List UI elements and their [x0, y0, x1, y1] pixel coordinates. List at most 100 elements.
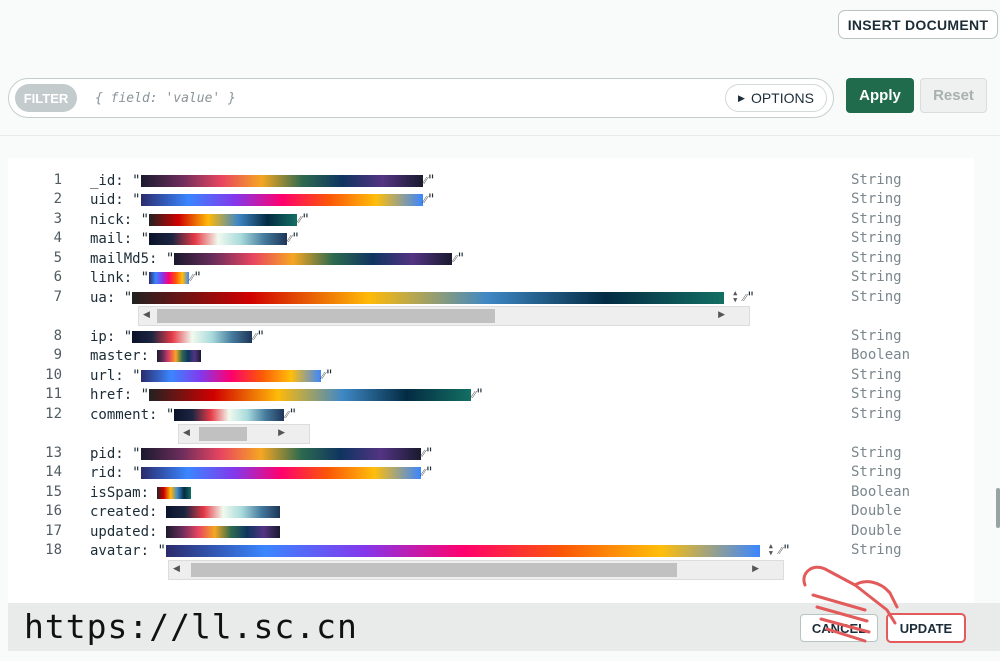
redacted-value[interactable] — [157, 487, 192, 499]
apply-button[interactable]: Apply — [846, 78, 914, 113]
quote-mark: " — [132, 446, 141, 462]
field-type[interactable]: String — [851, 445, 902, 461]
quote-mark: " — [288, 407, 298, 423]
field-key: url: — [90, 368, 124, 384]
quote-mark: " — [324, 368, 334, 384]
redacted-value[interactable] — [149, 214, 298, 226]
scroll-left-icon[interactable]: ◀ — [143, 309, 150, 320]
redacted-value[interactable] — [157, 350, 202, 362]
field-row[interactable]: mail: " ⁄⁄ " — [90, 231, 300, 247]
scrollbar-thumb[interactable] — [191, 563, 677, 577]
redacted-value[interactable] — [140, 467, 421, 479]
field-type[interactable]: String — [851, 328, 902, 344]
redacted-value[interactable] — [140, 194, 423, 206]
field-type[interactable]: Boolean — [851, 347, 910, 363]
redacted-value[interactable] — [149, 272, 190, 284]
field-row[interactable]: url: " ⁄⁄ " — [90, 368, 333, 384]
redacted-value[interactable] — [140, 175, 423, 187]
scroll-right-icon[interactable]: ▶ — [278, 427, 285, 438]
quote-mark: " — [132, 368, 141, 384]
line-number: 11 — [45, 386, 62, 402]
field-row[interactable]: nick: " ⁄⁄ " — [90, 212, 310, 228]
quote-mark: " — [746, 290, 755, 306]
redacted-value[interactable] — [149, 233, 288, 245]
field-row[interactable]: ua: " ▲ ▼ ⁄⁄ " — [90, 290, 755, 307]
field-row[interactable]: href: " ⁄⁄ " — [90, 387, 484, 403]
field-row[interactable]: updated: — [90, 524, 280, 540]
field-key: comment: — [90, 407, 158, 423]
field-row[interactable]: pid: " ⁄⁄ " — [90, 446, 433, 462]
redacted-value[interactable] — [140, 370, 321, 382]
field-row[interactable]: rid: " ⁄⁄ " — [90, 465, 433, 481]
line-number: 6 — [53, 269, 62, 285]
line-number: 1 — [53, 172, 62, 188]
field-row[interactable]: mailMd5: " ⁄⁄ " — [90, 251, 465, 267]
field-type[interactable]: String — [851, 172, 902, 188]
quote-mark: " — [426, 192, 436, 208]
field-type[interactable]: String — [851, 191, 902, 207]
redacted-value[interactable] — [174, 253, 453, 265]
line-number: 8 — [53, 328, 62, 344]
field-type[interactable]: String — [851, 250, 902, 266]
line-number: 17 — [45, 523, 62, 539]
redacted-value[interactable] — [140, 448, 421, 460]
field-key: uid: — [90, 192, 124, 208]
field-type[interactable]: String — [851, 289, 902, 305]
scrollbar-thumb[interactable] — [157, 309, 495, 323]
field-row[interactable]: uid: " ⁄⁄ " — [90, 192, 435, 208]
field-type[interactable]: Double — [851, 523, 902, 539]
divider — [0, 135, 1000, 136]
field-key: pid: — [90, 446, 124, 462]
field-key: nick: — [90, 212, 133, 228]
field-key: updated: — [90, 524, 158, 540]
quote-mark: " — [140, 231, 150, 247]
field-type[interactable]: Double — [851, 503, 902, 519]
redacted-value[interactable] — [174, 409, 285, 421]
field-key: ua: — [90, 290, 116, 306]
field-type[interactable]: String — [851, 211, 902, 227]
field-type[interactable]: Boolean — [851, 484, 910, 500]
insert-document-button[interactable]: INSERT DOCUMENT — [838, 10, 998, 39]
reset-button[interactable]: Reset — [920, 78, 987, 113]
field-type[interactable]: String — [851, 386, 902, 402]
pointing-hand-icon — [802, 565, 899, 643]
scroll-left-icon[interactable]: ◀ — [173, 563, 180, 574]
spinner-arrows-icon[interactable]: ▲ ▼ — [764, 543, 778, 559]
scrollbar-thumb[interactable] — [199, 427, 247, 441]
quote-mark: " — [132, 173, 141, 189]
scroll-right-icon[interactable]: ▶ — [718, 309, 725, 320]
spinner-arrows-icon[interactable]: ▲ ▼ — [728, 290, 742, 306]
options-label: OPTIONS — [750, 90, 814, 106]
field-type[interactable]: String — [851, 269, 902, 285]
scrollbar-thumb[interactable] — [996, 488, 1000, 528]
line-number: 10 — [45, 367, 62, 383]
filter-input[interactable] — [95, 88, 695, 108]
field-type[interactable]: String — [851, 230, 902, 246]
field-row[interactable]: comment: " ⁄⁄ " — [90, 407, 297, 423]
redacted-value[interactable] — [132, 292, 725, 304]
field-row[interactable]: link: " ⁄⁄ " — [90, 270, 202, 286]
redacted-value[interactable] — [165, 526, 280, 538]
field-type[interactable]: String — [851, 464, 902, 480]
redacted-value[interactable] — [165, 506, 280, 518]
horizontal-scrollbar[interactable]: ◀ ▶ — [168, 560, 784, 580]
field-row[interactable]: ip: " ⁄⁄ " — [90, 329, 265, 345]
redacted-value[interactable] — [149, 389, 472, 401]
field-row[interactable]: isSpam: — [90, 485, 192, 501]
field-row[interactable]: created: — [90, 504, 280, 520]
field-row[interactable]: _id: " ⁄⁄ " — [90, 173, 435, 189]
options-button[interactable]: ▶ OPTIONS — [725, 84, 827, 112]
field-key: href: — [90, 387, 133, 403]
line-number: 3 — [53, 211, 62, 227]
field-row[interactable]: master: — [90, 348, 202, 364]
horizontal-scrollbar[interactable]: ◀ ▶ — [138, 306, 750, 326]
field-type[interactable]: String — [851, 406, 902, 422]
field-row[interactable]: avatar: " ▲ ▼ ⁄⁄ " — [90, 543, 791, 560]
quote-mark: " — [165, 251, 175, 267]
scroll-right-icon[interactable]: ▶ — [752, 563, 759, 574]
redacted-value[interactable] — [165, 545, 760, 557]
redacted-value[interactable] — [132, 331, 253, 343]
horizontal-scrollbar[interactable]: ◀ ▶ — [178, 424, 310, 444]
scroll-left-icon[interactable]: ◀ — [183, 427, 190, 438]
field-type[interactable]: String — [851, 367, 902, 383]
